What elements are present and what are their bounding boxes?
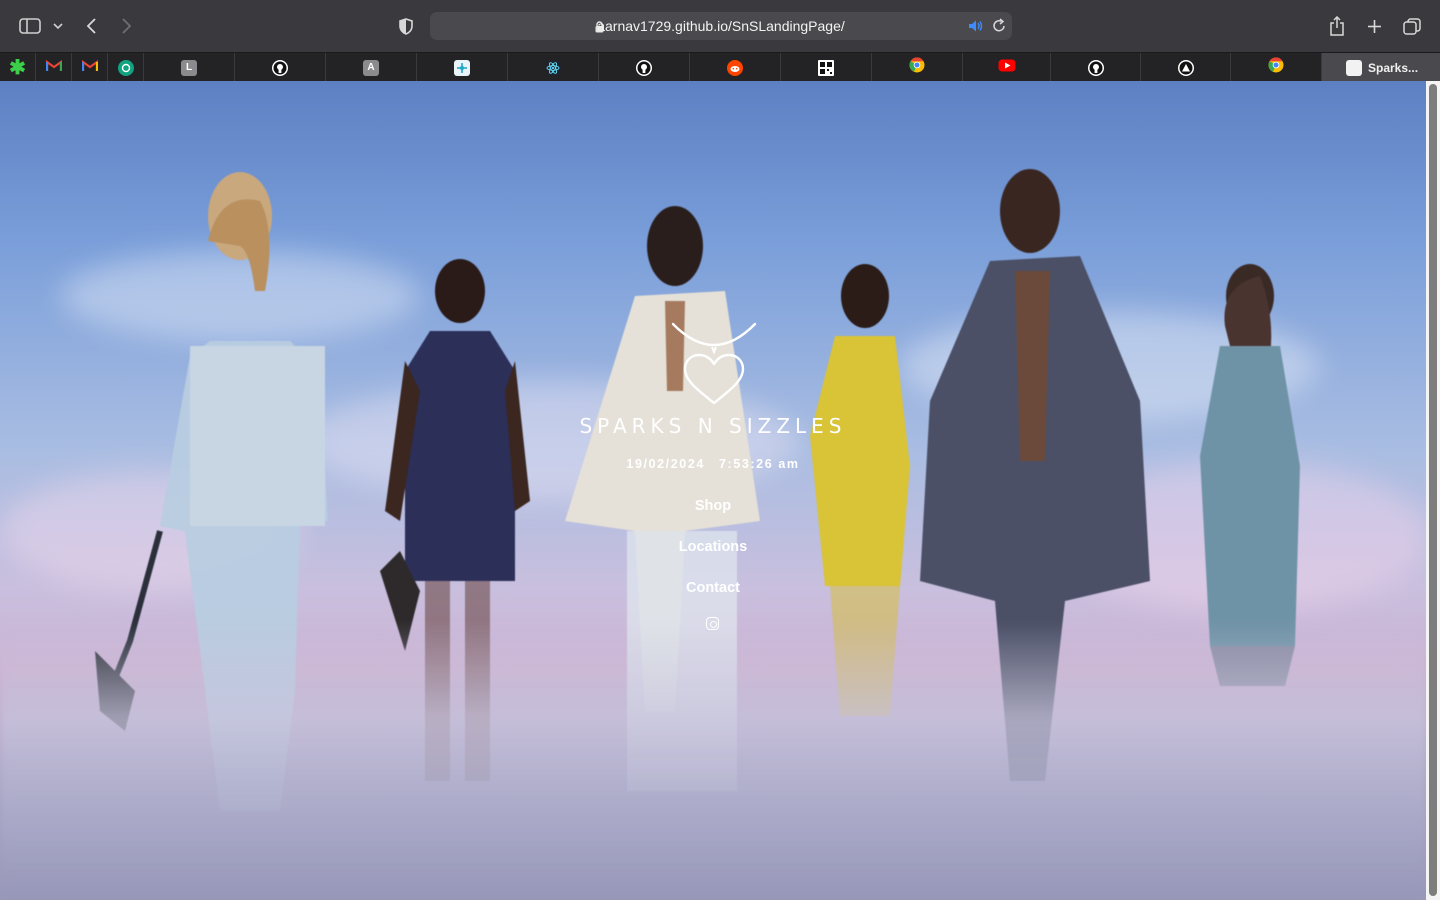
tab-5[interactable]: A bbox=[326, 53, 417, 82]
tab-overview-icon[interactable] bbox=[1398, 12, 1426, 40]
tab-pinned-3[interactable] bbox=[72, 53, 108, 82]
active-tab-title: Sparks... bbox=[1368, 60, 1419, 75]
heart-logo-icon bbox=[671, 322, 757, 405]
tab-7[interactable] bbox=[508, 53, 599, 82]
tab-9[interactable] bbox=[690, 53, 781, 82]
tab-15[interactable] bbox=[1231, 53, 1322, 82]
tab-12[interactable] bbox=[963, 53, 1051, 82]
tab-3[interactable]: L bbox=[144, 53, 235, 82]
tab-10[interactable] bbox=[781, 53, 872, 82]
speaker-audio-icon[interactable] bbox=[968, 19, 984, 38]
tab-pinned-2[interactable] bbox=[36, 53, 72, 82]
gmail-icon bbox=[45, 59, 62, 77]
nav-link-locations[interactable]: Locations bbox=[679, 539, 747, 555]
sidebar-toggle-icon[interactable] bbox=[16, 12, 44, 40]
url-text: aarnav1729.github.io/SnSLandingPage/ bbox=[597, 18, 845, 34]
chevron-down-icon[interactable] bbox=[46, 12, 70, 40]
share-icon[interactable] bbox=[1323, 12, 1351, 40]
qr-icon bbox=[818, 59, 834, 76]
youtube-icon bbox=[998, 59, 1016, 77]
nav-shop-row: Shop bbox=[0, 497, 1426, 515]
reload-icon[interactable] bbox=[992, 18, 1006, 38]
react-icon bbox=[545, 59, 561, 76]
github-icon bbox=[1087, 59, 1104, 76]
figma-icon bbox=[454, 59, 470, 76]
tab-13[interactable] bbox=[1051, 53, 1141, 82]
fog-overlay bbox=[0, 621, 1426, 900]
browser-toolbar: aarnav1729.github.io/SnSLandingPage/ bbox=[0, 0, 1440, 52]
instagram-icon[interactable] bbox=[706, 617, 719, 630]
privacy-shield-icon[interactable] bbox=[392, 12, 420, 40]
current-time: 7:53:26 am bbox=[718, 457, 800, 471]
brand-name: SPARKS N SIZZLES bbox=[579, 414, 847, 438]
chrome-icon bbox=[909, 57, 925, 78]
letter-a-icon: A bbox=[363, 59, 379, 76]
nav-link-contact[interactable]: Contact bbox=[686, 580, 740, 596]
tab-pinned-1[interactable]: ✱ bbox=[0, 53, 36, 82]
forward-button[interactable] bbox=[112, 12, 140, 40]
chatgpt-icon bbox=[117, 59, 134, 76]
nav-contact-row: Contact bbox=[0, 579, 1426, 597]
tab-bar: ✱ L A Sparks... bbox=[0, 52, 1440, 82]
tab-4[interactable] bbox=[235, 53, 326, 82]
gmail-icon bbox=[81, 59, 98, 77]
tab-8[interactable] bbox=[599, 53, 690, 82]
scrollbar[interactable] bbox=[1426, 81, 1440, 900]
address-bar[interactable]: aarnav1729.github.io/SnSLandingPage/ bbox=[430, 12, 1012, 40]
reddit-icon bbox=[727, 59, 743, 76]
date-time: 19/02/2024 7:53:26 am bbox=[0, 457, 1426, 471]
nav-locations-row: Locations bbox=[0, 538, 1426, 556]
scrollbar-thumb[interactable] bbox=[1429, 84, 1437, 896]
asterisk-icon: ✱ bbox=[9, 56, 26, 79]
blank-page-icon bbox=[1346, 59, 1362, 76]
triangle-icon bbox=[1177, 59, 1194, 76]
back-button[interactable] bbox=[78, 12, 106, 40]
current-date: 19/02/2024 bbox=[626, 457, 705, 471]
tab-pinned-4[interactable] bbox=[108, 53, 144, 82]
tab-active[interactable]: Sparks... bbox=[1322, 53, 1440, 82]
new-tab-button[interactable] bbox=[1360, 12, 1388, 40]
github-icon bbox=[636, 59, 652, 76]
nav-link-shop[interactable]: Shop bbox=[695, 498, 731, 514]
tab-11[interactable] bbox=[872, 53, 963, 82]
tab-6[interactable] bbox=[417, 53, 508, 82]
tab-14[interactable] bbox=[1141, 53, 1231, 82]
hero-video: SPARKS N SIZZLES 19/02/2024 7:53:26 am Sh… bbox=[0, 81, 1426, 900]
github-icon bbox=[272, 59, 288, 76]
letter-l-icon: L bbox=[181, 59, 197, 76]
chrome-icon bbox=[1268, 57, 1284, 78]
